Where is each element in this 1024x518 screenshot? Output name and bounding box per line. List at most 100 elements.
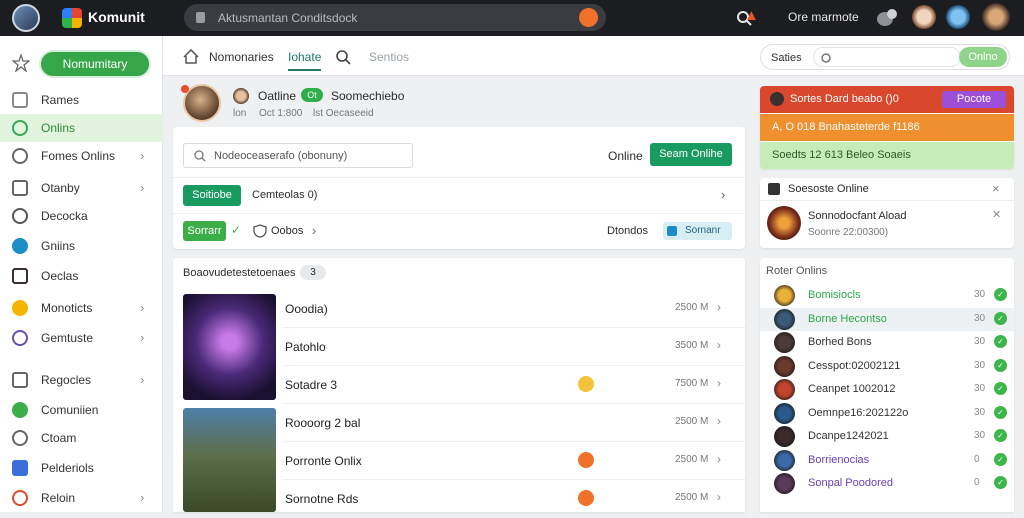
friend-row[interactable]: Sonpal Poodored 0 ✓ — [760, 472, 1014, 495]
list-item[interactable]: Patohlo 3500 M › — [283, 328, 745, 366]
online-button[interactable]: Seam Onlihe — [650, 143, 732, 166]
friend-name: Borne Hecontso — [808, 312, 887, 325]
chat-icon[interactable] — [876, 8, 898, 28]
sidebar-item[interactable]: Monoticts › — [0, 294, 163, 322]
friend-row[interactable]: Borrienocias 0 ✓ — [760, 449, 1014, 472]
sidebar-item[interactable]: Oeclas — [0, 262, 163, 290]
sidebar-item[interactable]: Ctoam — [0, 424, 163, 452]
edit-icon[interactable]: ✓ — [231, 223, 241, 237]
sidebar-item[interactable]: Rames — [0, 86, 163, 114]
chevron-right-icon[interactable]: › — [721, 187, 725, 202]
sidebar-item[interactable]: Comuniien — [0, 396, 163, 424]
notification-name: Sonnodocfant Aload — [808, 210, 907, 222]
chevron-right-icon[interactable]: › — [140, 148, 144, 163]
status-badge-icon — [578, 490, 594, 506]
sidebar-item[interactable]: Onlins — [0, 114, 163, 142]
chevron-right-icon[interactable]: › — [140, 490, 144, 505]
filter-input[interactable]: Nodeoceaserafo (obonuny) — [183, 143, 413, 168]
clock-label[interactable]: Oobos — [271, 225, 303, 237]
online-check-icon: ✓ — [994, 476, 1007, 489]
chevron-right-icon[interactable]: › — [717, 376, 721, 390]
sidebar-item[interactable]: Gemtuste › — [0, 324, 163, 352]
friend-avatar[interactable] — [946, 5, 970, 29]
star-icon[interactable] — [12, 54, 30, 72]
promo-button[interactable]: Pocote — [942, 91, 1006, 108]
user-name[interactable]: Ore marmote — [788, 10, 859, 24]
document-icon — [12, 180, 28, 196]
sidebar-item-label: Rames — [41, 93, 80, 107]
list-item[interactable]: Sornotne Rds 2500 M › — [283, 480, 745, 518]
sidebar-item[interactable]: Decocka — [0, 202, 163, 230]
chevron-right-icon[interactable]: › — [312, 223, 316, 238]
sidebar-item[interactable]: Regocles › — [0, 366, 163, 394]
promo-strip-2[interactable]: A, O 018 Bnahasteterde f1186 — [760, 114, 1014, 141]
filter-green-button[interactable]: Soitiobe — [183, 185, 241, 206]
profile-meta: Oct 1:800 — [259, 108, 303, 119]
notification-avatar[interactable] — [767, 206, 801, 240]
friend-name: Borrienocias — [808, 453, 870, 466]
home-icon — [12, 208, 28, 224]
friend-row[interactable]: Ceanpet 1002012 30 ✓ — [760, 378, 1014, 401]
close-icon[interactable]: × — [992, 181, 1000, 196]
list-item[interactable]: Roooorg 2 bal 2500 M › — [283, 404, 745, 442]
friend-name: Bomisiocls — [808, 289, 861, 301]
search-icon[interactable] — [335, 49, 351, 65]
mini-avatar — [233, 88, 249, 104]
sidebar-item[interactable]: Pelderiols — [0, 454, 163, 482]
friend-row[interactable]: Borne Hecontso 30 ✓ — [760, 307, 1014, 331]
right-search-button[interactable]: Onlno — [959, 47, 1007, 67]
promo-strip: Sortes Dard beabo ()0 Pocote — [760, 86, 1014, 113]
status-button-label: Sornanr — [685, 225, 721, 236]
search-input[interactable]: Aktusmantan Conditsdock — [218, 11, 357, 25]
chevron-right-icon[interactable]: › — [717, 300, 721, 314]
action-button[interactable]: Sorrarr — [183, 221, 226, 241]
filter-card: Nodeoceaserafo (obonuny) Online Seam Onl… — [173, 127, 745, 249]
status-button[interactable]: Sornanr — [663, 222, 732, 240]
chevron-right-icon[interactable]: › — [140, 180, 144, 195]
sort-label[interactable]: Cemteolas 0) — [252, 189, 317, 201]
sidebar-item-label: Ctoam — [41, 431, 77, 445]
friend-name: Sonpal Poodored — [808, 477, 894, 489]
promo-strip-3[interactable]: Soedts 12 613 Beleo Soaeis — [760, 142, 1014, 169]
chevron-right-icon[interactable]: › — [717, 452, 721, 466]
friend-row[interactable]: Cesspot:02002121 30 ✓ — [760, 355, 1014, 378]
list-item[interactable]: Porronte Onlix 2500 M › — [283, 442, 745, 480]
chevron-right-icon[interactable]: › — [140, 330, 144, 345]
friend-row[interactable]: Oemnpe16:202122o 30 ✓ — [760, 402, 1014, 425]
tab-iohate[interactable]: Iohate — [288, 50, 322, 71]
chevron-right-icon[interactable]: › — [717, 414, 721, 428]
user-avatar[interactable] — [12, 4, 40, 32]
friend-count: 0 — [974, 453, 980, 465]
friend-row[interactable]: Borhed Bons 30 ✓ — [760, 331, 1014, 354]
list-item[interactable]: Ooodia) 2500 M › — [283, 290, 745, 328]
sidebar-item[interactable]: Otanby › — [0, 174, 163, 202]
sidebar-item[interactable]: Gniins — [0, 232, 163, 260]
online-check-icon: ✓ — [994, 358, 1007, 372]
fire-icon[interactable]: ▲ — [744, 7, 759, 24]
friend-avatar — [774, 285, 795, 306]
game-thumbnail[interactable] — [183, 294, 276, 400]
tab-nomonaries[interactable]: Nomonaries — [209, 50, 274, 64]
sidebar-item-label: Oeclas — [41, 269, 79, 283]
global-search[interactable]: Aktusmantan Conditsdock — [184, 4, 752, 31]
friend-row[interactable]: Bomisiocls 30 ✓ — [760, 284, 1014, 307]
friend-avatar[interactable] — [912, 5, 936, 29]
chevron-right-icon[interactable]: › — [717, 338, 721, 352]
sidebar-item[interactable]: Reloin › — [0, 484, 163, 512]
list-item[interactable]: Sotadre 3 7500 M › — [283, 366, 745, 404]
game-thumbnail[interactable] — [183, 408, 276, 512]
tab-sentios[interactable]: Sentios — [369, 50, 409, 64]
ring-icon — [12, 402, 28, 418]
chevron-right-icon[interactable]: › — [717, 490, 721, 504]
profile-avatar[interactable] — [982, 3, 1010, 31]
community-pill-button[interactable]: Nomumitary — [41, 52, 149, 76]
friend-row[interactable]: Dcanpe1242021 30 ✓ — [760, 425, 1014, 448]
dismiss-icon[interactable]: ✕ — [992, 208, 1001, 221]
list-count: 3 — [300, 265, 326, 280]
search-go-button[interactable] — [579, 8, 598, 27]
sidebar-item[interactable]: Fomes Onlins › — [0, 142, 163, 170]
chevron-right-icon[interactable]: › — [140, 300, 144, 315]
home-icon[interactable] — [183, 49, 199, 64]
right-search-input[interactable] — [813, 47, 961, 67]
chevron-right-icon[interactable]: › — [140, 372, 144, 387]
